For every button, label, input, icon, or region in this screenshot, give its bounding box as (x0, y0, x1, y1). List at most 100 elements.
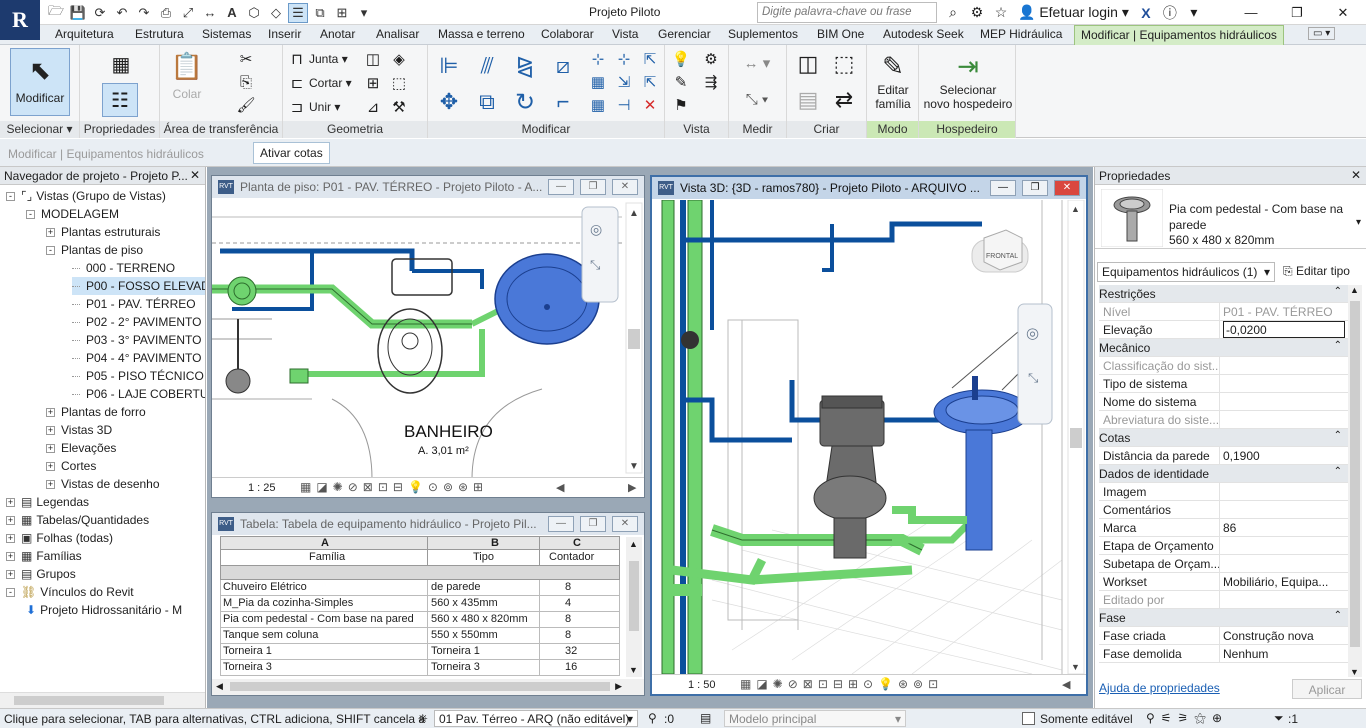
trim-multiple-icon[interactable]: ⊣ (614, 95, 634, 115)
override-graphics-icon[interactable]: ⚙ (701, 49, 721, 69)
maximize-icon[interactable]: ❐ (1274, 0, 1320, 25)
expand-icon[interactable]: + (46, 407, 55, 417)
browser-item[interactable]: - Plantas de piso (46, 241, 143, 259)
demolish-icon[interactable]: ⬚ (389, 73, 409, 93)
property-row[interactable]: Nível P01 - PAV. TÉRREO (1099, 303, 1348, 321)
close-hidden-icon[interactable]: ⧉ (310, 3, 330, 23)
property-group-header[interactable]: Restrições ⌃ (1099, 285, 1348, 303)
tab-massa-terreno[interactable]: Massa e terreno (438, 27, 525, 41)
browser-item[interactable]: P03 - 3° PAVIMENTO (72, 331, 202, 349)
split-gap-icon[interactable]: ⊹ (614, 49, 634, 69)
aligned-dimension-icon[interactable]: ⤡ ▾ (737, 89, 777, 109)
junta-button[interactable]: Junta ▾ (309, 52, 348, 66)
table-cell[interactable]: 32 (565, 645, 577, 657)
3d-view-window[interactable]: RVT Vista 3D: {3D - ramos780} - Projeto P… (650, 175, 1088, 696)
property-row[interactable]: Workset Mobiliário, Equipa... (1099, 573, 1348, 591)
property-row[interactable]: Abreviatura do siste... (1099, 411, 1348, 429)
close-icon[interactable]: ✕ (1054, 180, 1080, 196)
browser-item[interactable]: + ▦ Tabelas/Quantidades (6, 511, 149, 529)
table-cell[interactable]: Torneira 1 (223, 645, 272, 657)
array-icon[interactable]: ▦ (588, 72, 608, 92)
tab-modificar-equipamentos[interactable]: Modificar | Equipamentos hidráulicos (1074, 25, 1284, 46)
browser-item[interactable]: + Elevações (46, 439, 116, 457)
active-workset-dropdown[interactable]: 01 Pav. Térreo - ARQ (não editável) ▾ (434, 710, 638, 727)
switch-windows-icon[interactable]: ⊞ (332, 3, 352, 23)
collapse-icon[interactable]: - (26, 209, 35, 219)
browser-item[interactable]: + Vistas de desenho (46, 475, 160, 493)
expand-icon[interactable]: + (46, 479, 55, 489)
properties-icon[interactable]: ☷ (102, 83, 138, 117)
browser-item[interactable]: 000 - TERRENO (72, 259, 175, 277)
browser-item[interactable]: + Cortes (46, 457, 96, 475)
property-group-header[interactable]: Fase ⌃ (1099, 609, 1348, 627)
exchange-apps-icon[interactable]: X (1135, 5, 1157, 21)
property-group-header[interactable]: Mecânico ⌃ (1099, 339, 1348, 357)
collapse-group-icon[interactable]: ⌃ (1334, 466, 1342, 477)
close-icon[interactable]: ✕ (190, 168, 200, 182)
browser-item[interactable]: P04 - 4° PAVIMENTO (72, 349, 202, 367)
horizontal-scrollbar[interactable]: ◀ ▶ (212, 679, 644, 695)
ribbon-minimize-icon[interactable]: ▭ ▾ (1308, 27, 1336, 40)
move-icon[interactable]: ✥ (434, 87, 464, 117)
create-parts-icon[interactable]: ⬚ (829, 49, 859, 79)
properties-help-link[interactable]: Ajuda de propriedades (1099, 681, 1220, 695)
expand-icon[interactable]: + (46, 443, 55, 453)
property-row[interactable]: Tipo de sistema (1099, 375, 1348, 393)
close-icon[interactable]: ✕ (1320, 0, 1366, 25)
application-menu-button[interactable]: R (0, 0, 40, 40)
hide-icon[interactable]: ⇶ (701, 72, 721, 92)
panel-label[interactable]: Selecionar ▾ (0, 121, 79, 138)
horizontal-scrollbar[interactable] (0, 692, 205, 708)
search-input[interactable]: Digite palavra-chave ou frase (757, 2, 937, 23)
vertical-scrollbar[interactable]: ▲ ▼ (626, 537, 642, 677)
selection-options-icons[interactable]: ⚲⚟⚞⚝⊕ (1146, 711, 1228, 726)
dimension-icon[interactable]: ↔ (200, 3, 220, 23)
table-row[interactable]: Torneira 1 Torneira 1 32 (220, 644, 620, 660)
subscription-icon[interactable]: ⚙ (966, 4, 988, 21)
editable-only-checkbox[interactable] (1022, 712, 1035, 725)
edit-family-button[interactable]: ✎ Editar família (873, 49, 913, 112)
paint-icon[interactable]: ◈ (389, 49, 409, 69)
expand-icon[interactable]: + (6, 551, 15, 561)
save-icon[interactable]: 💾 (68, 3, 88, 23)
expand-icon[interactable]: + (6, 533, 15, 543)
browser-item[interactable]: P02 - 2° PAVIMENTO (72, 313, 202, 331)
property-row[interactable]: Elevação -0,0200 (1099, 321, 1348, 339)
split-icon[interactable]: ⊹ (588, 49, 608, 69)
linework-icon[interactable]: ✎ (671, 72, 691, 92)
property-row[interactable]: Classificação do sist... (1099, 357, 1348, 375)
minimize-icon[interactable]: — (548, 179, 574, 195)
create-assembly-icon[interactable]: ◫ (793, 49, 823, 79)
expand-icon[interactable]: + (6, 515, 15, 525)
section-icon[interactable]: ◇ (266, 3, 286, 23)
trim-icon[interactable]: ⊿ (363, 97, 383, 117)
property-group-header[interactable]: Cotas ⌃ (1099, 429, 1348, 447)
table-cell[interactable]: 560 x 435mm (431, 597, 498, 609)
modify-button[interactable]: ⬉ Modificar (10, 48, 70, 116)
minimize-icon[interactable]: — (1228, 0, 1274, 25)
tab-analisar[interactable]: Analisar (376, 27, 419, 41)
minimize-icon[interactable]: — (548, 516, 574, 532)
expand-icon[interactable]: + (46, 461, 55, 471)
browser-item[interactable]: + ▤ Grupos (6, 565, 76, 583)
paste-button[interactable]: 📋 Colar (170, 49, 204, 102)
property-row[interactable]: Editado por (1099, 591, 1348, 609)
browser-item[interactable]: + ▦ Famílias (6, 547, 82, 565)
tab-anotar[interactable]: Anotar (320, 27, 355, 41)
table-cell[interactable]: 4 (565, 597, 571, 609)
browser-item[interactable]: + Plantas de forro (46, 403, 146, 421)
lightbulb-icon[interactable]: 💡 (671, 49, 691, 69)
type-selector[interactable]: Pia com pedestal - Com base na parede 56… (1095, 187, 1366, 249)
browser-item[interactable]: + Vistas 3D (46, 421, 112, 439)
create-group-icon[interactable]: ▤ (793, 85, 823, 115)
worksets-icon[interactable]: ⎈ (418, 711, 428, 726)
tab-bim-one[interactable]: BIM One (817, 27, 864, 41)
table-row[interactable]: Tanque sem coluna 550 x 550mm 8 (220, 628, 620, 644)
table-row[interactable]: Pia com pedestal - Com base na pared 560 … (220, 612, 620, 628)
edit-type-button[interactable]: ⎘ Editar tipo (1281, 262, 1352, 282)
table-cell[interactable]: 560 x 480 x 820mm (431, 613, 528, 625)
property-value[interactable]: 86 (1223, 521, 1345, 535)
property-row[interactable]: Distância da parede 0,1900 (1099, 447, 1348, 465)
copy-element-icon[interactable]: ⧉ (472, 87, 502, 117)
open-icon[interactable]: 🗁 (46, 3, 66, 23)
